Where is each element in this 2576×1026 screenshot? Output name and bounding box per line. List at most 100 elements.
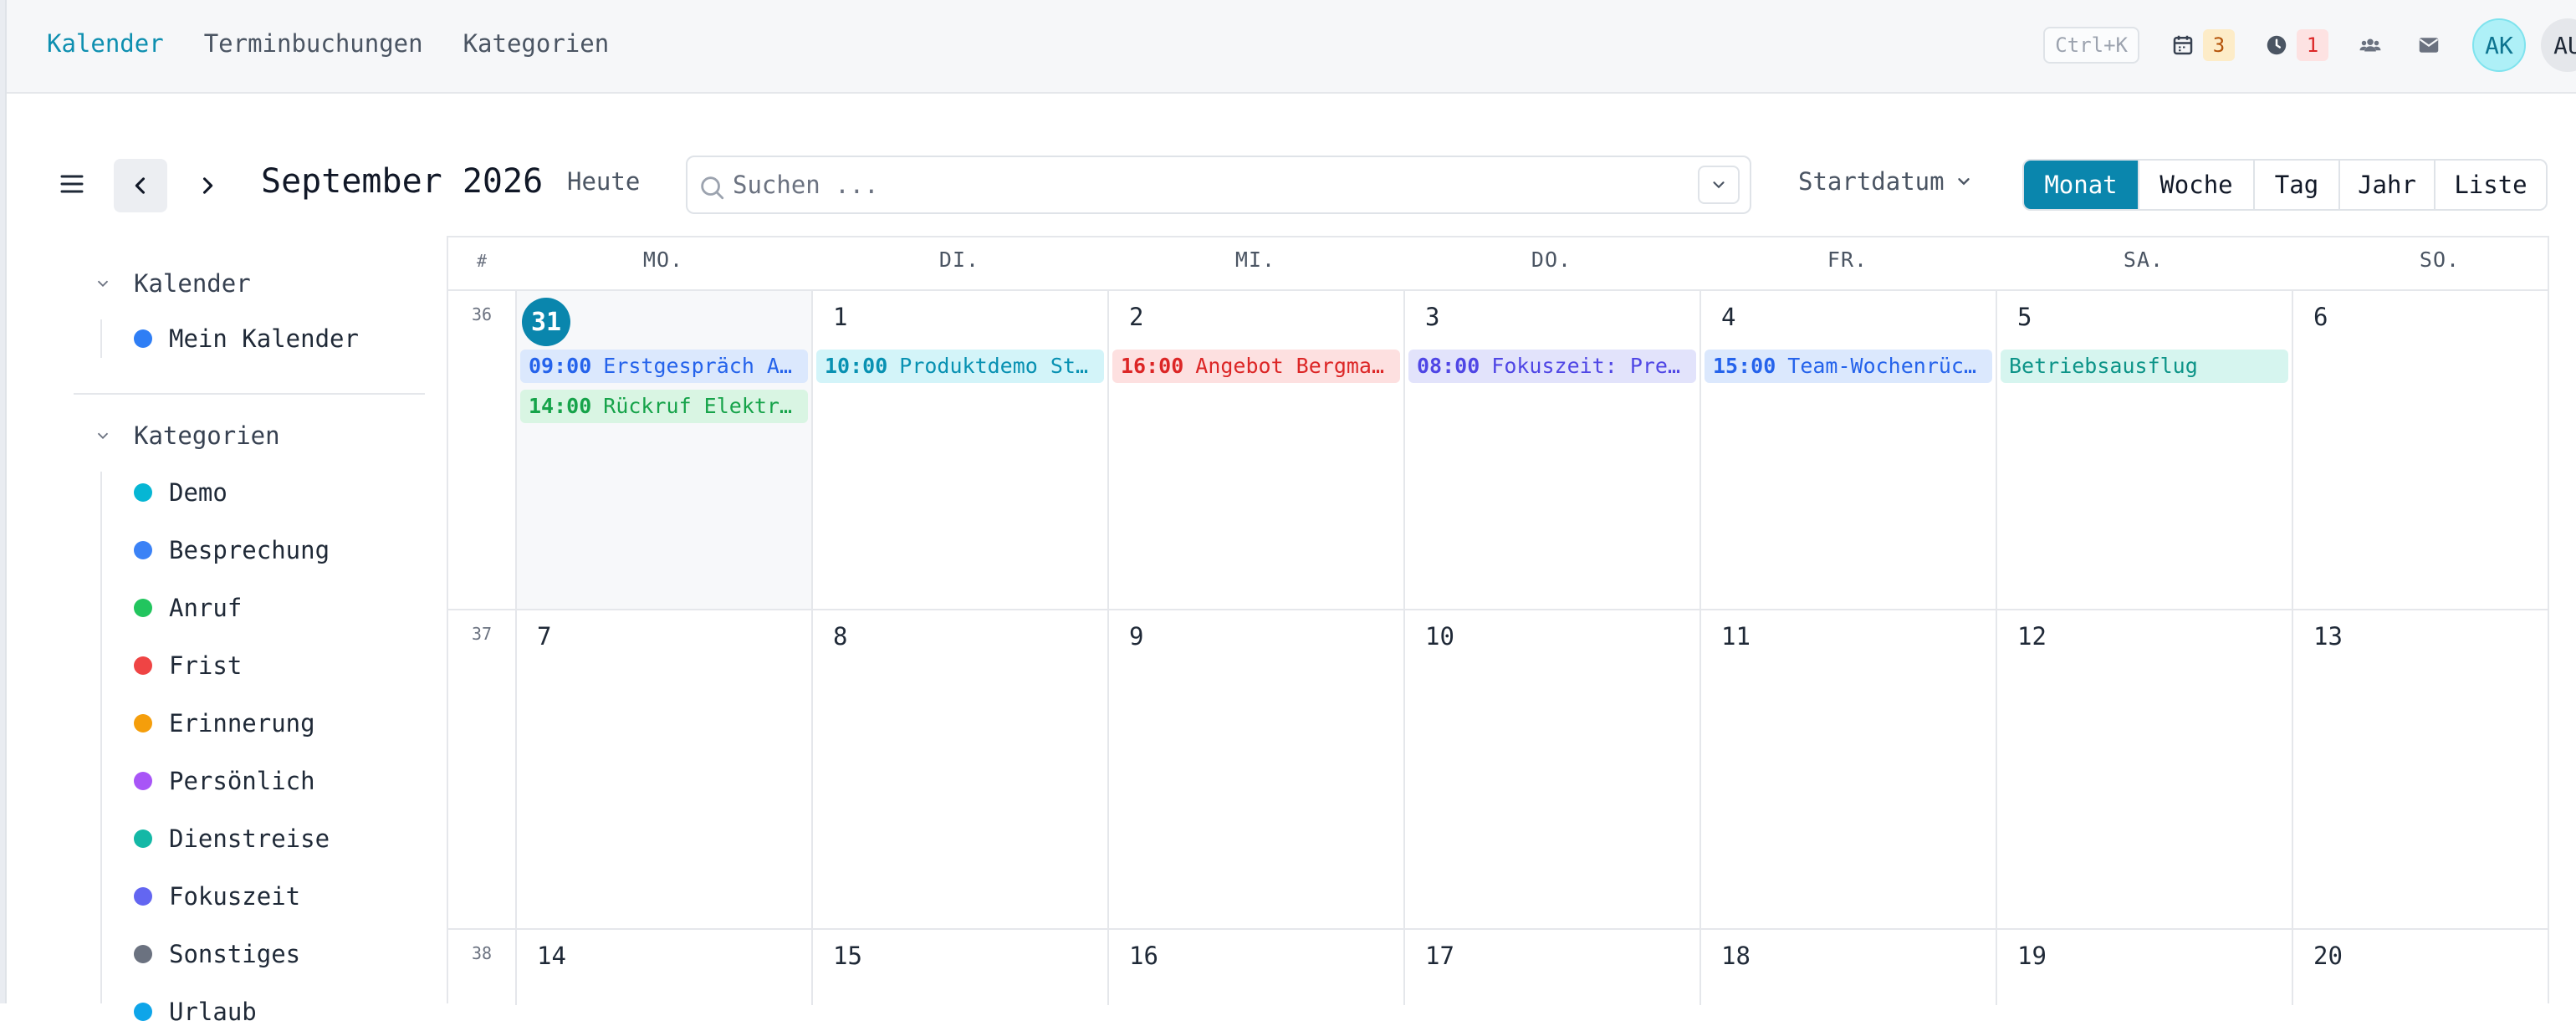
week-row: 37 7 8 9 10 11 12 13 <box>448 610 2549 930</box>
topbar-actions: Ctrl+K 3 1 AK AU <box>2043 0 2576 90</box>
chevron-right-icon <box>202 177 213 194</box>
nav-kalender[interactable]: Kalender <box>47 29 164 58</box>
day-cell[interactable]: 13 <box>2292 610 2576 928</box>
today-button[interactable]: Heute <box>567 167 640 196</box>
weekday-name: SA. <box>2123 248 2165 272</box>
category-item[interactable]: Sonstiges <box>134 940 300 968</box>
day-cell[interactable]: 1 10:00 Produktdemo St… <box>811 291 1107 609</box>
category-item[interactable]: Frist <box>134 651 242 680</box>
sidebar-divider <box>74 393 425 395</box>
previous-month-button[interactable] <box>114 159 167 212</box>
calendar-event[interactable]: 08:00 Fokuszeit: Pre… <box>1408 350 1696 383</box>
event-time: 09:00 <box>529 354 592 378</box>
category-item[interactable]: Persönlich <box>134 767 315 795</box>
event-title: Angebot Bergma… <box>1195 354 1385 378</box>
day-cell[interactable]: 8 <box>811 610 1107 928</box>
day-cell[interactable]: 19 <box>1996 930 2292 1005</box>
hamburger-menu-icon[interactable] <box>57 169 87 199</box>
view-week-button[interactable]: Woche <box>2138 161 2253 209</box>
day-cell[interactable]: 9 <box>1107 610 1403 928</box>
calendar-event[interactable]: 10:00 Produktdemo St… <box>816 350 1104 383</box>
nav-terminbuchungen[interactable]: Terminbuchungen <box>204 29 423 58</box>
category-item[interactable]: Besprechung <box>134 536 330 564</box>
day-cell[interactable]: 11 <box>1699 610 1996 928</box>
view-month-button[interactable]: Monat <box>2024 161 2138 209</box>
day-cell[interactable]: 4 15:00 Team-Wochenrüc… <box>1699 291 1996 609</box>
calendar-item-label: Mein Kalender <box>169 324 359 353</box>
calendar-event[interactable]: Betriebsausflug <box>2001 350 2288 383</box>
weekday-name: MI. <box>1234 248 1276 272</box>
event-time: 15:00 <box>1713 354 1776 378</box>
calendar-event[interactable]: 09:00 Erstgespräch A… <box>520 350 808 383</box>
clock-icon[interactable] <box>2262 30 2292 60</box>
category-item[interactable]: Anruf <box>134 594 242 622</box>
calendar-toolbar: September 2026 Heute Startdatum Monat Wo… <box>0 151 2576 217</box>
day-cell[interactable]: 14 <box>515 930 811 1005</box>
weekday-name: FR. <box>1827 248 1868 272</box>
view-day-button[interactable]: Tag <box>2253 161 2338 209</box>
event-time: 10:00 <box>825 354 888 378</box>
category-label: Erinnerung <box>169 709 315 738</box>
users-icon[interactable] <box>2355 30 2385 60</box>
date-number: 3 <box>1425 303 1440 331</box>
search-filter-button[interactable] <box>1698 166 1740 204</box>
date-number: 2 <box>1129 303 1144 331</box>
date-number: 20 <box>2313 942 2343 970</box>
chevron-down-icon <box>97 280 109 288</box>
day-cell[interactable]: 10 <box>1403 610 1699 928</box>
day-cell-today[interactable]: 31 09:00 Erstgespräch A… 14:00 Rückruf Elekt… <box>515 291 811 609</box>
sidebar-section-kategorien[interactable]: Kategorien <box>94 421 280 450</box>
avatar[interactable]: AK <box>2472 18 2526 72</box>
date-number: 7 <box>537 622 552 651</box>
calendar-item[interactable]: Mein Kalender <box>134 324 359 353</box>
day-cell[interactable]: 7 <box>515 610 811 928</box>
view-year-button[interactable]: Jahr <box>2338 161 2434 209</box>
weekday-name: DO. <box>1531 248 1572 272</box>
reminder-count-badge: 1 <box>2297 29 2328 61</box>
day-cell[interactable]: 5 Betriebsausflug <box>1996 291 2292 609</box>
calendar-event[interactable]: 16:00 Angebot Bergma… <box>1112 350 1400 383</box>
tree-line <box>100 319 102 358</box>
mail-icon[interactable] <box>2414 30 2444 60</box>
category-item[interactable]: Demo <box>134 478 227 507</box>
day-cell[interactable]: 15 <box>811 930 1107 1005</box>
calendar-event[interactable]: 14:00 Rückruf Elektr… <box>520 390 808 423</box>
sidebar-section-kalender[interactable]: Kalender <box>94 269 251 298</box>
date-number: 13 <box>2313 622 2343 651</box>
category-item[interactable]: Urlaub <box>134 998 257 1026</box>
day-cell[interactable]: 2 16:00 Angebot Bergma… <box>1107 291 1403 609</box>
category-item[interactable]: Fokuszeit <box>134 882 300 911</box>
category-label: Urlaub <box>169 998 257 1026</box>
day-cell[interactable]: 17 <box>1403 930 1699 1005</box>
day-cell[interactable]: 20 <box>2292 930 2576 1005</box>
color-dot <box>134 714 152 732</box>
category-item[interactable]: Dienstreise <box>134 824 330 853</box>
date-number: 8 <box>833 622 848 651</box>
day-cell[interactable]: 16 <box>1107 930 1403 1005</box>
day-cell[interactable]: 12 <box>1996 610 2292 928</box>
day-cell[interactable]: 3 08:00 Fokuszeit: Pre… <box>1403 291 1699 609</box>
day-cell[interactable]: 6 <box>2292 291 2576 609</box>
date-number: 1 <box>833 303 848 331</box>
nav-kategorien[interactable]: Kategorien <box>463 29 610 58</box>
chevron-down-icon <box>97 432 109 440</box>
color-dot <box>134 483 152 502</box>
category-label: Dienstreise <box>169 824 330 853</box>
category-item[interactable]: Erinnerung <box>134 709 315 738</box>
view-list-button[interactable]: Liste <box>2434 161 2546 209</box>
event-time: 16:00 <box>1121 354 1184 378</box>
chevron-down-icon <box>1713 181 1725 189</box>
event-title: Produktdemo St… <box>899 354 1089 378</box>
search-input[interactable] <box>731 166 1651 204</box>
weekday-name: MO. <box>642 248 684 272</box>
command-palette-shortcut[interactable]: Ctrl+K <box>2043 27 2139 64</box>
category-label: Fokuszeit <box>169 882 301 911</box>
avatar-secondary[interactable]: AU <box>2541 18 2576 72</box>
day-cell[interactable]: 18 <box>1699 930 1996 1005</box>
calendar-event[interactable]: 15:00 Team-Wochenrüc… <box>1705 350 1992 383</box>
next-month-button[interactable] <box>181 159 234 212</box>
calendar-icon[interactable] <box>2168 30 2198 60</box>
color-dot <box>134 945 152 963</box>
date-number: 14 <box>537 942 566 970</box>
sort-dropdown[interactable]: Startdatum <box>1798 167 1973 196</box>
